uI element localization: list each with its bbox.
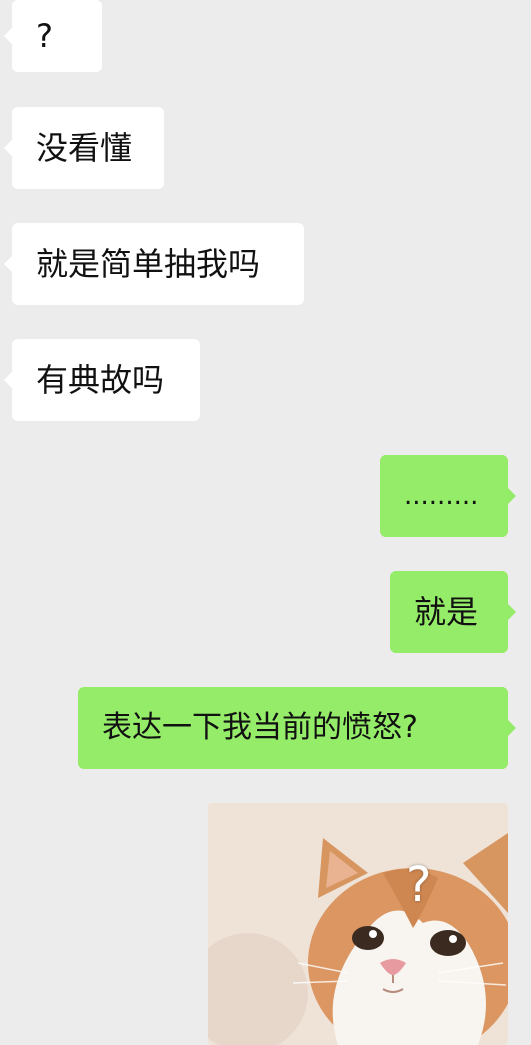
message-text: 没看懂 (36, 129, 133, 167)
bubble-tail-icon (4, 28, 12, 44)
incoming-message-3[interactable]: 就是简单抽我吗 (4, 223, 304, 305)
message-text: 就是简单抽我吗 (36, 245, 261, 283)
message-text: ......... (404, 481, 479, 511)
incoming-message-1[interactable]: ? (4, 0, 102, 72)
incoming-message-2[interactable]: 没看懂 (4, 107, 164, 189)
outgoing-message-3[interactable]: 表达一下我当前的愤怒? (78, 687, 516, 769)
bubble-tail-icon (4, 372, 12, 388)
message-text: 有典故吗 (36, 361, 165, 399)
confused-cat-sticker-icon[interactable]: ? (208, 803, 508, 1045)
message-text: 就是 (414, 593, 479, 631)
message-text: ? (36, 17, 53, 55)
bubble-tail-icon (508, 488, 516, 504)
bubble-tail-icon (4, 256, 12, 272)
incoming-message-4[interactable]: 有典故吗 (4, 339, 200, 421)
bubble-tail-icon (508, 604, 516, 620)
outgoing-message-2[interactable]: 就是 (390, 571, 516, 653)
bubble-tail-icon (4, 140, 12, 156)
bubble-tail-icon (508, 720, 516, 736)
message-text: 表达一下我当前的愤怒? (102, 710, 418, 745)
outgoing-message-1[interactable]: ......... (380, 455, 516, 537)
cat-sticker-graphic-icon (208, 803, 508, 1045)
question-mark-icon: ? (406, 857, 432, 913)
